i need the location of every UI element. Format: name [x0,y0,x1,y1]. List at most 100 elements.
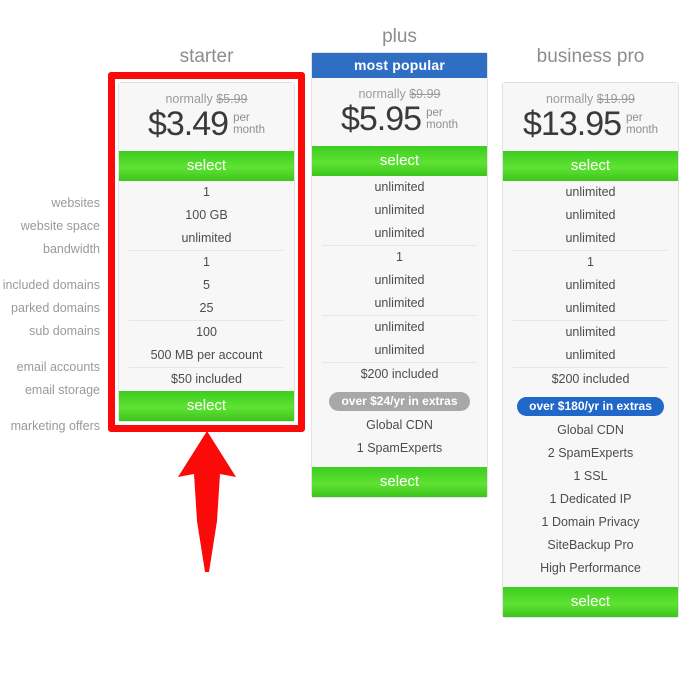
feature-value: 5 [203,278,210,292]
extras-value-badge: over $24/yr in extras [329,392,470,411]
feature-label-column: websites website space bandwidth included d… [0,192,104,438]
price-amount: $5.95 [340,100,422,138]
feature-value: unlimited [374,180,425,194]
feature-value: unlimited [374,273,425,287]
feature-group-gap [0,343,104,356]
feature-value: unlimited [374,320,425,334]
plan-card-starter: normally $5.99 $3.49 per month select 1 100 GB… [118,82,295,422]
feature-group: $200 included [322,362,477,386]
normally-price-line: normally $19.99 [503,92,678,106]
normally-label: normally [165,92,213,106]
select-button-bottom-starter[interactable]: select [119,391,294,421]
feature-label: sub domains [29,324,100,338]
plan-card-plus: most popular normally $9.99 $5.95 per month s… [311,52,488,498]
original-price: $9.99 [409,87,441,101]
feature-value: unlimited [374,296,425,310]
feature-group: $50 included [129,367,284,391]
normally-label: normally [358,87,406,101]
per-word: per [426,107,443,119]
select-button-top-plus[interactable]: select [312,146,487,176]
feature-group: unlimited unlimited unlimited [312,176,487,245]
feature-group: 100 500 MB per account [129,320,284,367]
extra-item: 1 SSL [573,469,608,483]
extras-value-badge: over $180/yr in extras [517,397,664,416]
extra-item: High Performance [540,561,641,575]
select-button-top-business-pro[interactable]: select [503,151,678,181]
feature-list-plus: unlimited unlimited unlimited 1 unlimited unl… [312,176,487,386]
feature-value: 500 MB per account [150,348,263,362]
feature-value: 1 [203,255,210,269]
per-month-label: per month [626,112,658,136]
plan-name-business-pro: business pro [536,46,645,67]
feature-value: 25 [199,301,214,315]
feature-list-business-pro: unlimited unlimited unlimited 1 unlimited unl… [503,181,678,391]
per-word: per [626,112,643,124]
most-popular-banner: most popular [312,53,487,78]
feature-value: 1 [396,250,403,264]
feature-value: unlimited [374,226,425,240]
extras-section-plus: over $24/yr in extras Global CDN 1 SpamExp… [312,386,487,467]
feature-group: 1 unlimited unlimited [322,245,477,315]
per-word: per [233,112,250,124]
price-box-starter: normally $5.99 $3.49 per month [119,83,294,151]
feature-label: email accounts [16,360,100,374]
plan-card-business-pro: normally $19.99 $13.95 per month select unlim… [502,82,679,618]
feature-list-starter: 1 100 GB unlimited 1 5 25 100 500 MB per accoun… [119,181,294,391]
per-month-label: per month [233,112,265,136]
feature-value: unlimited [374,203,425,217]
select-button-top-starter[interactable]: select [119,151,294,181]
price-box-business-pro: normally $19.99 $13.95 per month [503,83,678,151]
feature-label: email storage [24,383,100,397]
feature-value: unlimited [565,348,616,362]
extras-section-business-pro: over $180/yr in extras Global CDN 2 SpamEx… [503,391,678,587]
feature-value: unlimited [565,185,616,199]
month-word: month [233,124,266,136]
feature-value: unlimited [565,325,616,339]
feature-group: 1 100 GB unlimited [119,181,294,250]
select-button-bottom-business-pro[interactable]: select [503,587,678,617]
normally-price-line: normally $5.99 [119,92,294,106]
feature-label: marketing offers [10,419,100,433]
feature-value: unlimited [565,208,616,222]
price-box-plus: normally $9.99 $5.95 per month [312,78,487,146]
extra-item: Global CDN [557,423,624,437]
plan-name-plus: plus [382,26,417,47]
feature-value: $200 included [360,367,439,381]
feature-label: websites [51,196,100,210]
price-amount: $3.49 [147,105,229,143]
plan-name-starter: starter [179,46,234,67]
price-amount: $13.95 [523,105,622,143]
select-button-bottom-plus[interactable]: select [312,467,487,497]
feature-value: unlimited [181,231,232,245]
original-price: $19.99 [596,92,635,106]
feature-group-gap [0,402,104,415]
pricing-comparison: websites website space bandwidth included d… [0,0,698,675]
month-word: month [426,119,459,131]
feature-value: unlimited [565,278,616,292]
feature-value: $50 included [171,372,242,386]
feature-group: $200 included [513,367,668,391]
feature-group-gap [0,261,104,274]
extra-item: SiteBackup Pro [547,538,634,552]
feature-value: 100 [196,325,217,339]
original-price: $5.99 [216,92,248,106]
extra-item: 1 Domain Privacy [541,515,640,529]
feature-group: unlimited unlimited [322,315,477,362]
feature-label: website space [20,219,100,233]
normally-price-line: normally $9.99 [312,87,487,101]
month-word: month [626,124,658,136]
feature-label: included domains [2,278,100,292]
feature-value: 1 [587,255,594,269]
feature-group: unlimited unlimited [513,320,668,367]
feature-label: bandwidth [43,242,100,256]
current-price-line: $3.49 per month [119,107,294,141]
feature-group: unlimited unlimited unlimited [503,181,678,250]
feature-value: 100 GB [185,208,228,222]
extra-item: 1 Dedicated IP [549,492,632,506]
extra-item: Global CDN [366,418,433,432]
feature-value: unlimited [565,301,616,315]
current-price-line: $5.95 per month [312,102,487,136]
feature-value: unlimited [374,343,425,357]
normally-label: normally [546,92,594,106]
extra-item: 2 SpamExperts [547,446,634,460]
